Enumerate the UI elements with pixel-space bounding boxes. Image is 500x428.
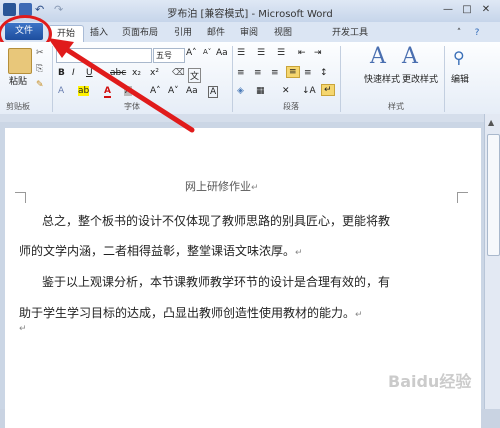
annotation-arrow — [48, 38, 195, 133]
watermark-text: Baidu经验 — [388, 372, 472, 391]
